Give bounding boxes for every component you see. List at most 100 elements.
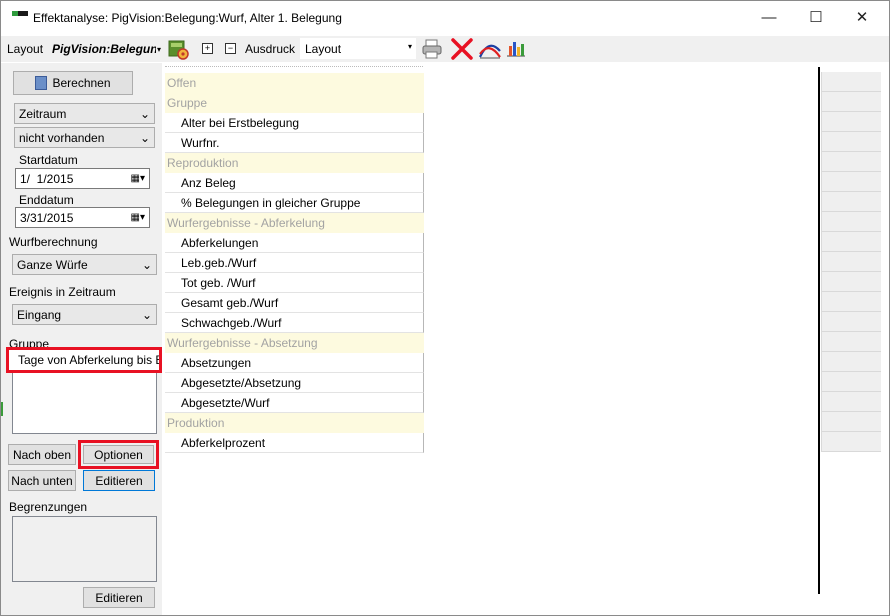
window-title: Effektanalyse: PigVision:Belegung:Wurf, … bbox=[33, 11, 342, 25]
field-list-top bbox=[165, 66, 423, 70]
grid-cell bbox=[821, 432, 881, 452]
field-item-label: Wurfnr. bbox=[181, 135, 220, 150]
field-item-label: % Belegungen in gleicher Gruppe bbox=[181, 195, 361, 210]
litter-calc-label: Wurfberechnung bbox=[9, 235, 98, 249]
field-category-label: Offen bbox=[167, 76, 197, 90]
field-category-label: Wurfergebnisse - Abferkelung bbox=[167, 216, 325, 230]
grid-cell bbox=[821, 412, 881, 432]
field-item-label: Alter bei Erstbelegung bbox=[181, 115, 300, 130]
chevron-down-icon: ⌄ bbox=[139, 106, 150, 121]
grid-cell bbox=[821, 212, 881, 232]
field-item[interactable]: Abgesetzte/Wurf bbox=[165, 393, 424, 413]
layout-dropdown-arrow-icon[interactable]: ▾ bbox=[157, 45, 161, 54]
availability-select[interactable]: nicht vorhanden ⌄ bbox=[14, 127, 155, 148]
print-layout-select[interactable]: Layout ▾ bbox=[300, 38, 416, 59]
grid-cell bbox=[821, 92, 881, 112]
calendar-icon[interactable]: ▦▾ bbox=[131, 173, 145, 184]
chevron-down-icon: ⌄ bbox=[141, 307, 152, 322]
grid-cell bbox=[821, 352, 881, 372]
group-item-label: Tage von Abferkelung bis Be bbox=[18, 353, 162, 367]
period-select[interactable]: Zeitraum ⌄ bbox=[14, 103, 155, 124]
availability-select-value: nicht vorhanden bbox=[19, 130, 105, 145]
end-date-value: 3/31/2015 bbox=[20, 210, 74, 225]
event-select[interactable]: Eingang ⌄ bbox=[12, 304, 157, 325]
grid-cell bbox=[821, 292, 881, 312]
grid-cell bbox=[821, 172, 881, 192]
curve-chart-icon[interactable] bbox=[478, 37, 502, 61]
field-item-label: Abgesetzte/Absetzung bbox=[181, 375, 302, 390]
minimize-button[interactable]: — bbox=[746, 1, 792, 33]
start-date-value: 1/ 1/2015 bbox=[20, 171, 74, 186]
field-category: Offen bbox=[165, 73, 424, 93]
expand-all-icon[interactable]: + bbox=[202, 43, 213, 54]
grid-cell bbox=[821, 112, 881, 132]
grid-cell bbox=[821, 332, 881, 352]
field-category: Reproduktion bbox=[165, 153, 424, 173]
layout-settings-icon[interactable] bbox=[168, 38, 190, 60]
field-category: Wurfergebnisse - Absetzung bbox=[165, 333, 424, 353]
event-value: Eingang bbox=[17, 307, 62, 322]
field-item[interactable]: Leb.geb./Wurf bbox=[165, 253, 424, 273]
chevron-down-icon: ⌄ bbox=[141, 257, 152, 272]
side-marker bbox=[0, 402, 3, 416]
start-date-picker[interactable]: 1/ 1/2015 ▦▾ bbox=[15, 168, 150, 189]
calendar-icon[interactable]: ▦▾ bbox=[131, 212, 145, 223]
field-item[interactable]: Abferkelungen bbox=[165, 233, 424, 253]
edit-group-button[interactable]: Editieren bbox=[83, 470, 155, 491]
layout-name[interactable]: PigVision:Belegung bbox=[52, 42, 156, 56]
move-down-button[interactable]: Nach unten bbox=[8, 470, 76, 491]
field-item[interactable]: Tot geb. /Wurf bbox=[165, 273, 424, 293]
grid-cell bbox=[821, 272, 881, 292]
move-up-button[interactable]: Nach oben bbox=[8, 444, 76, 465]
panel-edge bbox=[0, 88, 3, 100]
field-item[interactable]: Gesamt geb./Wurf bbox=[165, 293, 424, 313]
collapse-all-icon[interactable]: − bbox=[225, 43, 236, 54]
field-item[interactable]: % Belegungen in gleicher Gruppe bbox=[165, 193, 424, 213]
close-button[interactable]: ✕ bbox=[839, 1, 885, 33]
field-item-label: Tot geb. /Wurf bbox=[181, 275, 256, 290]
field-item[interactable]: Absetzungen bbox=[165, 353, 424, 373]
delete-icon[interactable] bbox=[450, 37, 474, 61]
chevron-down-icon: ⌄ bbox=[139, 130, 150, 145]
print-layout-value: Layout bbox=[305, 42, 342, 56]
field-item[interactable]: Schwachgeb./Wurf bbox=[165, 313, 424, 333]
layout-label: Layout bbox=[7, 42, 44, 56]
field-category-label: Wurfergebnisse - Absetzung bbox=[167, 336, 318, 350]
options-highlight: Optionen bbox=[78, 440, 159, 469]
grid-cell bbox=[821, 232, 881, 252]
grid-cell bbox=[821, 152, 881, 172]
grid-cell bbox=[821, 372, 881, 392]
field-category: Produktion bbox=[165, 413, 424, 433]
litter-calc-value: Ganze Würfe bbox=[17, 257, 88, 272]
end-date-picker[interactable]: 3/31/2015 ▦▾ bbox=[15, 207, 150, 228]
field-item-label: Abgesetzte/Wurf bbox=[181, 395, 270, 410]
print-label: Ausdruck bbox=[245, 42, 296, 56]
field-item[interactable]: Abgesetzte/Absetzung bbox=[165, 373, 424, 393]
grid-cell bbox=[821, 252, 881, 272]
field-item-label: Abferkelungen bbox=[181, 235, 259, 250]
chevron-down-icon: ▾ bbox=[407, 42, 412, 51]
field-item-label: Schwachgeb./Wurf bbox=[181, 315, 282, 330]
field-category-label: Produktion bbox=[167, 416, 225, 430]
field-item[interactable]: Wurfnr. bbox=[165, 133, 424, 153]
grid-cell bbox=[821, 132, 881, 152]
field-item[interactable]: Alter bei Erstbelegung bbox=[165, 113, 424, 133]
splitter[interactable] bbox=[818, 67, 820, 594]
field-item-label: Abferkelprozent bbox=[181, 435, 266, 450]
edit-limits-button[interactable]: Editieren bbox=[83, 587, 155, 608]
field-item[interactable]: Anz Beleg bbox=[165, 173, 424, 193]
field-category: Wurfergebnisse - Abferkelung bbox=[165, 213, 424, 233]
period-select-value: Zeitraum bbox=[19, 106, 67, 121]
calculate-button[interactable]: Berechnen bbox=[13, 71, 133, 95]
group-list-item-selected[interactable]: Tage von Abferkelung bis Be bbox=[6, 347, 162, 373]
litter-calc-select[interactable]: Ganze Würfe ⌄ bbox=[12, 254, 157, 275]
maximize-button[interactable]: ☐ bbox=[793, 1, 839, 33]
limits-listbox[interactable] bbox=[12, 516, 157, 582]
field-item[interactable]: Abferkelprozent bbox=[165, 433, 424, 453]
options-button[interactable]: Optionen bbox=[83, 445, 154, 464]
start-date-label: Startdatum bbox=[19, 153, 78, 167]
printer-icon[interactable] bbox=[421, 38, 443, 60]
field-category-label: Gruppe bbox=[167, 96, 208, 110]
bar-chart-icon[interactable] bbox=[506, 38, 526, 58]
calculate-button-label: Berechnen bbox=[52, 76, 111, 90]
